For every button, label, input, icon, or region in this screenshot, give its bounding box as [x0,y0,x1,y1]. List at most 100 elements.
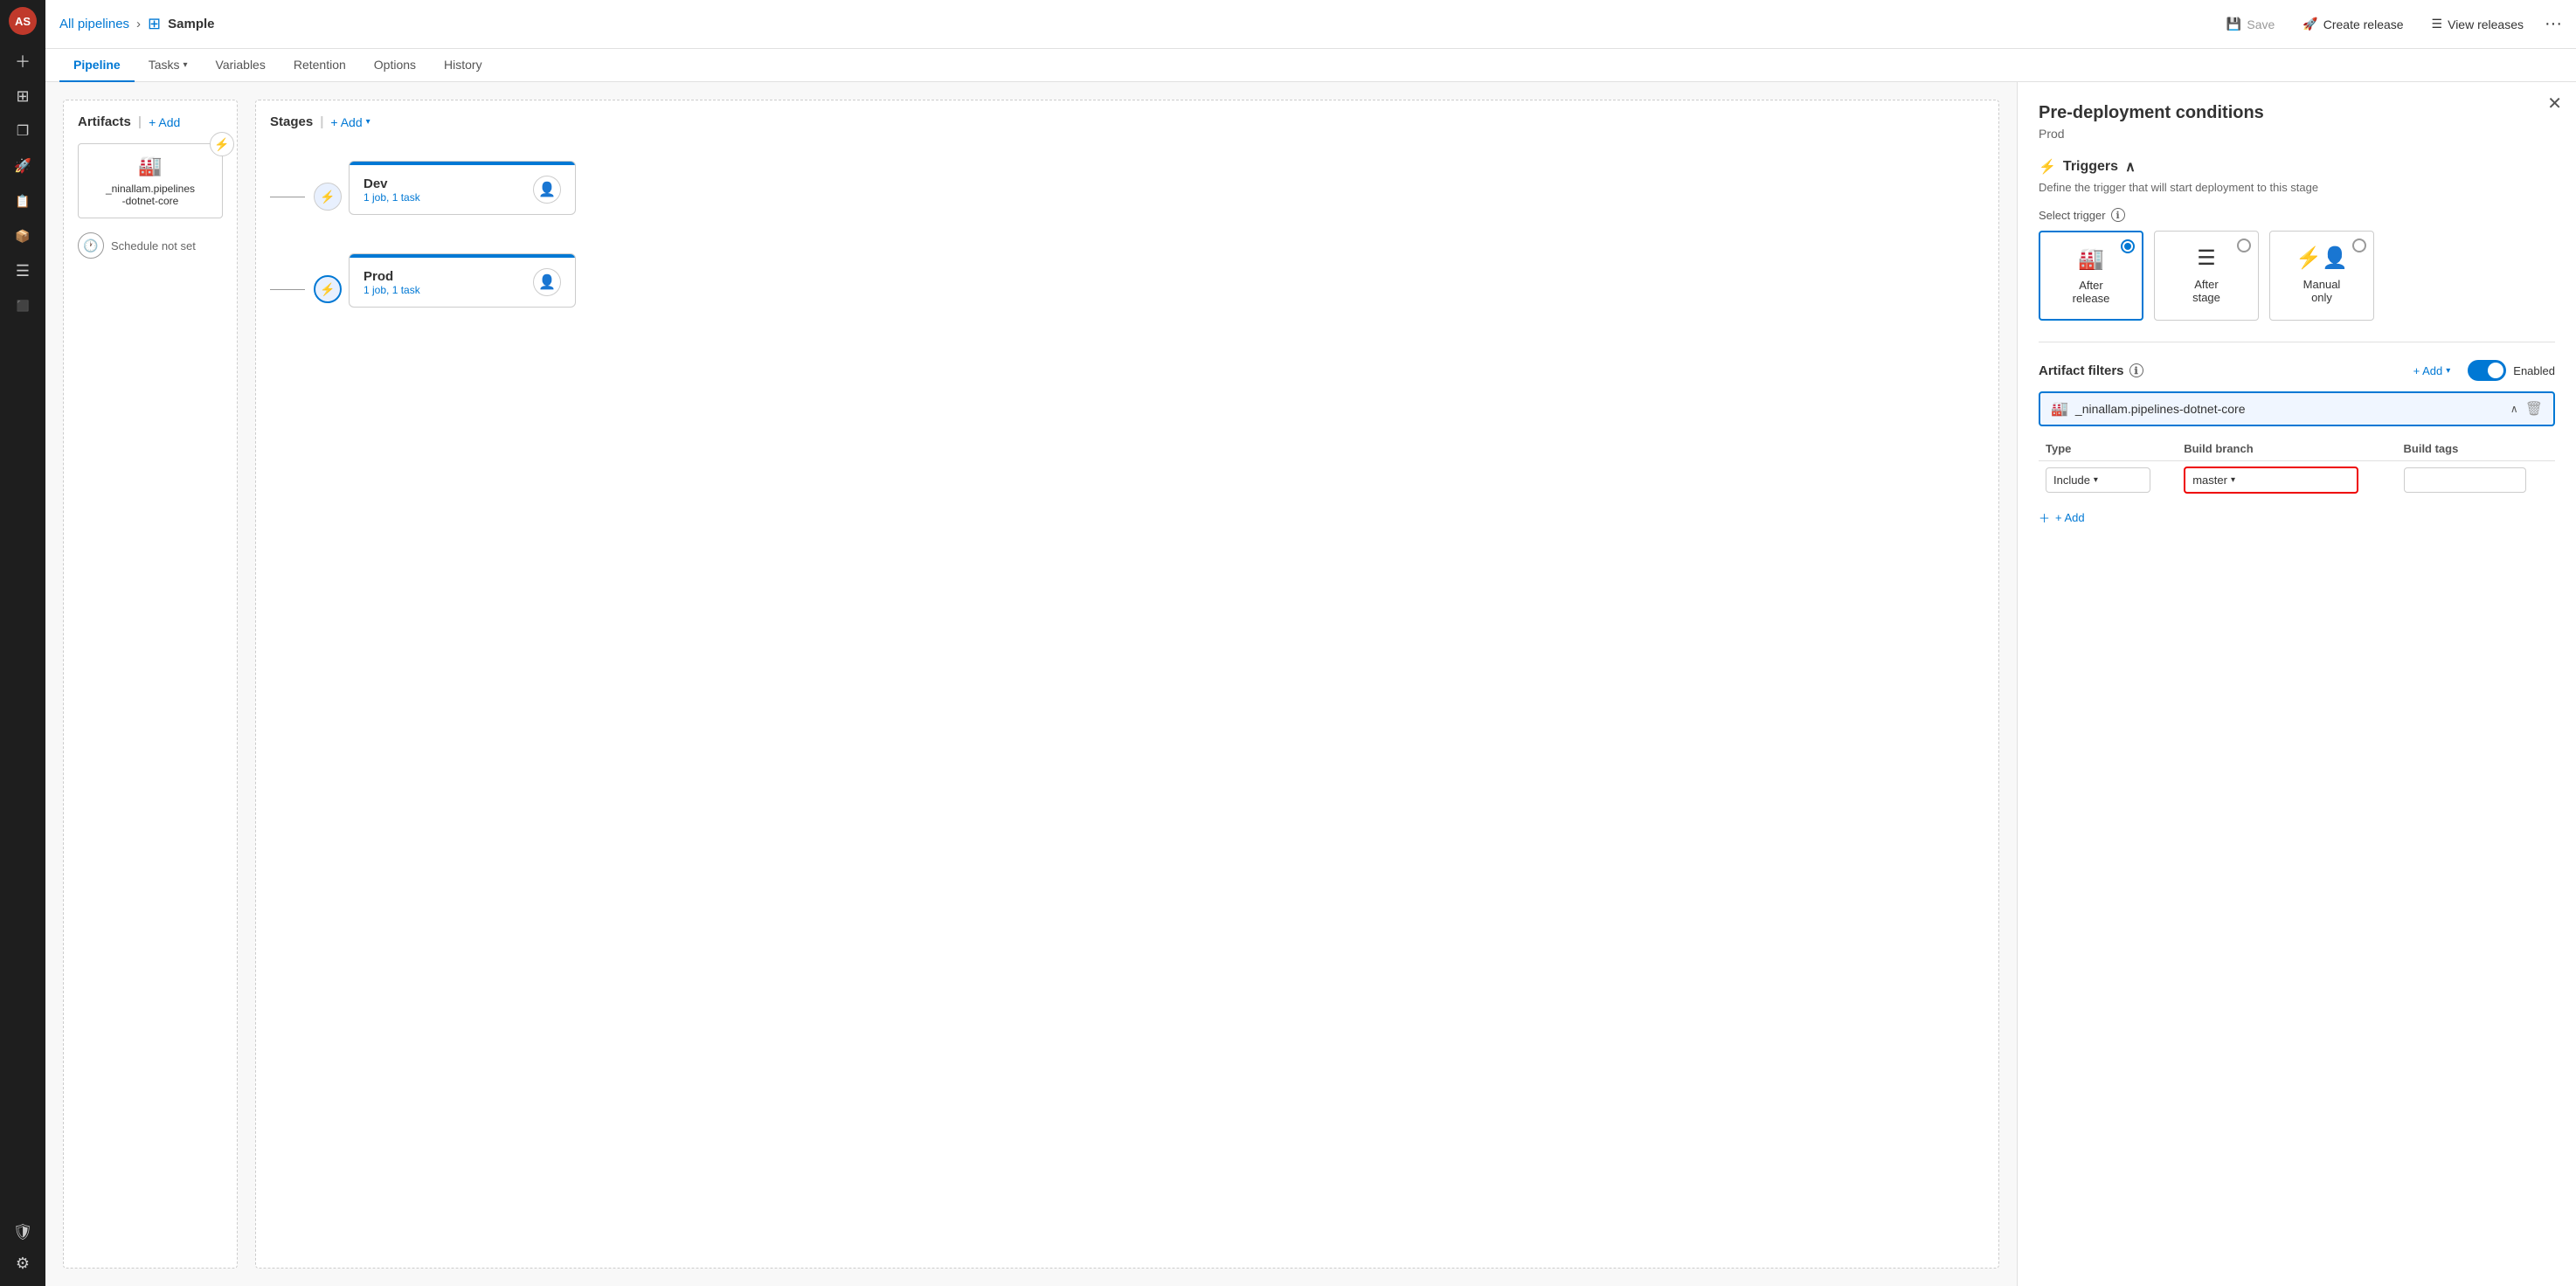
artifact-lightning-button[interactable]: ⚡ [210,132,234,156]
artifact-filters-title: Artifact filters ℹ [2039,363,2406,378]
panel-title: Pre-deployment conditions [2039,103,2555,123]
prod-stage-box[interactable]: Prod 1 job, 1 task 👤 [349,253,576,308]
dev-stage-tasks: 1 job, 1 task [364,191,523,204]
panel-subtitle: Prod [2039,127,2555,141]
prod-approvals-icon[interactable]: 👤 [533,268,561,296]
prod-pre-conditions-icon[interactable]: ⚡ [314,275,342,303]
create-release-label: Create release [2323,17,2404,31]
tab-variables[interactable]: Variables [202,49,280,82]
overview-icon[interactable]: ☰ [7,255,38,287]
filter-type-cell: Include ▾ [2039,461,2177,500]
filter-branch-cell: master ▾ [2177,461,2396,500]
filter-table: Type Build branch Build tags Include ▾ [2039,437,2555,499]
prod-stage-tasks: 1 job, 1 task [364,284,523,296]
type-select-chevron: ▾ [2094,475,2098,485]
right-panel-content: Pre-deployment conditions Prod ⚡ Trigger… [2018,82,2576,547]
prod-connector [270,289,314,290]
stages-title: Stages [270,114,313,129]
tasks-arrow-icon: ▾ [183,60,187,70]
prod-stage-name: Prod [364,269,523,284]
stages-add-chevron: ▾ [366,117,370,127]
schedule-box[interactable]: 🕐 Schedule not set [78,232,223,259]
triggers-section-header[interactable]: ⚡ Triggers ∧ [2039,158,2555,176]
body-area: Artifacts | + Add ⚡ 🏭 _ninallam.pipeline… [45,82,2576,1286]
select-trigger-info-icon[interactable]: ℹ [2111,208,2125,222]
deploy-icon[interactable]: ⬛ [7,290,38,322]
after-stage-icon: ☰ [2197,245,2216,271]
artifact-filter-dropdown[interactable]: 🏭 _ninallam.pipelines-dotnet-core ∧ 🗑 [2039,391,2555,426]
breadcrumb: All pipelines › ⊞ Sample [59,15,215,33]
artifact-filters-header: Artifact filters ℹ + Add ▾ Enabled [2039,360,2555,381]
triggers-label: Triggers [2063,159,2118,175]
close-panel-button[interactable]: ✕ [2547,93,2562,114]
tab-retention[interactable]: Retention [280,49,360,82]
save-icon: 💾 [2226,17,2241,31]
tab-options[interactable]: Options [360,49,430,82]
filter-branch-select[interactable]: master ▾ [2184,467,2358,494]
add-row-label: + Add [2055,511,2085,524]
artifact-box[interactable]: ⚡ 🏭 _ninallam.pipelines-dotnet-core [78,143,223,218]
artifacts-panel: Artifacts | + Add ⚡ 🏭 _ninallam.pipeline… [63,100,238,1269]
dev-stage-box[interactable]: Dev 1 job, 1 task 👤 [349,161,576,215]
pipelines-icon[interactable]: 🚀 [7,150,38,182]
after-release-icon: 🏭 [2078,246,2104,272]
repos-icon[interactable]: ❐ [7,115,38,147]
artifacts-icon[interactable]: 📦 [7,220,38,252]
boards-icon[interactable]: ⊞ [7,80,38,112]
artifact-dropdown-delete-button[interactable]: 🗑 [2525,400,2543,418]
artifact-dropdown-icon: 🏭 [2051,400,2068,418]
prod-stage-info: Prod 1 job, 1 task [364,269,523,296]
artifacts-add-button[interactable]: + Add [149,115,180,129]
stages-header: Stages | + Add ▾ [270,114,1984,129]
add-row-icon: ＋ [2039,509,2050,526]
add-filter-button[interactable]: + Add ▾ [2413,364,2451,377]
security-icon[interactable]: 🛡 [7,1216,38,1248]
trigger-after-stage[interactable]: ☰ Afterstage [2154,231,2259,321]
schedule-label: Schedule not set [111,239,196,252]
topbar-actions: 💾 Save 🚀 Create release ☰ View releases … [2219,13,2562,35]
save-label: Save [2247,17,2275,31]
triggers-description: Define the trigger that will start deplo… [2039,181,2555,194]
schedule-icon: 🕐 [78,232,104,259]
type-column-header: Type [2039,437,2177,461]
create-release-icon: 🚀 [2302,17,2317,31]
pipeline-canvas[interactable]: Artifacts | + Add ⚡ 🏭 _ninallam.pipeline… [45,82,2017,1286]
branch-select-chevron: ▾ [2231,475,2235,485]
stages-add-button[interactable]: + Add ▾ [330,115,370,129]
artifact-filters-info-icon[interactable]: ℹ [2129,363,2143,377]
dev-stage-details: Dev 1 job, 1 task [364,176,523,204]
tab-pipeline[interactable]: Pipeline [59,49,135,82]
triggers-icon: ⚡ [2039,158,2056,176]
dev-stage-info: Dev 1 job, 1 task [364,176,523,204]
filter-type-select[interactable]: Include ▾ [2046,467,2150,493]
trigger-manual-only[interactable]: ⚡👤 Manualonly [2269,231,2374,321]
triggers-collapse-icon: ∧ [2125,158,2136,176]
artifact-filters-toggle[interactable] [2468,360,2506,381]
save-button[interactable]: 💾 Save [2219,13,2282,35]
trigger-after-release[interactable]: 🏭 Afterrelease [2039,231,2143,321]
testplans-icon[interactable]: 📋 [7,185,38,217]
add-row-button[interactable]: ＋ + Add [2039,509,2555,526]
tab-history[interactable]: History [430,49,496,82]
plus-icon[interactable]: ＋ [7,45,38,77]
tab-tasks[interactable]: Tasks ▾ [135,49,202,82]
prod-stage-row: ⚡ Prod 1 job, 1 task [270,253,1984,325]
dev-approvals-icon[interactable]: 👤 [533,176,561,204]
view-releases-icon: ☰ [2432,17,2443,31]
manual-only-icon: ⚡👤 [2296,245,2348,271]
filter-tags-input[interactable] [2404,467,2526,493]
create-release-button[interactable]: 🚀 Create release [2296,13,2410,35]
settings-icon[interactable]: ⚙ [7,1248,38,1279]
more-options-button[interactable]: ··· [2545,14,2562,34]
artifacts-title: Artifacts [78,114,131,129]
view-releases-button[interactable]: ☰ View releases [2425,13,2531,35]
main-area: All pipelines › ⊞ Sample 💾 Save 🚀 Create… [45,0,2576,1286]
filter-table-header: Type Build branch Build tags [2039,437,2555,461]
add-filter-chevron: ▾ [2446,366,2450,376]
enabled-label: Enabled [2513,364,2555,377]
breadcrumb-separator: › [136,17,141,31]
all-pipelines-link[interactable]: All pipelines [59,17,129,31]
avatar[interactable]: AS [9,7,37,35]
dev-pre-conditions-icon[interactable]: ⚡ [314,183,342,211]
manual-only-radio [2352,239,2366,252]
